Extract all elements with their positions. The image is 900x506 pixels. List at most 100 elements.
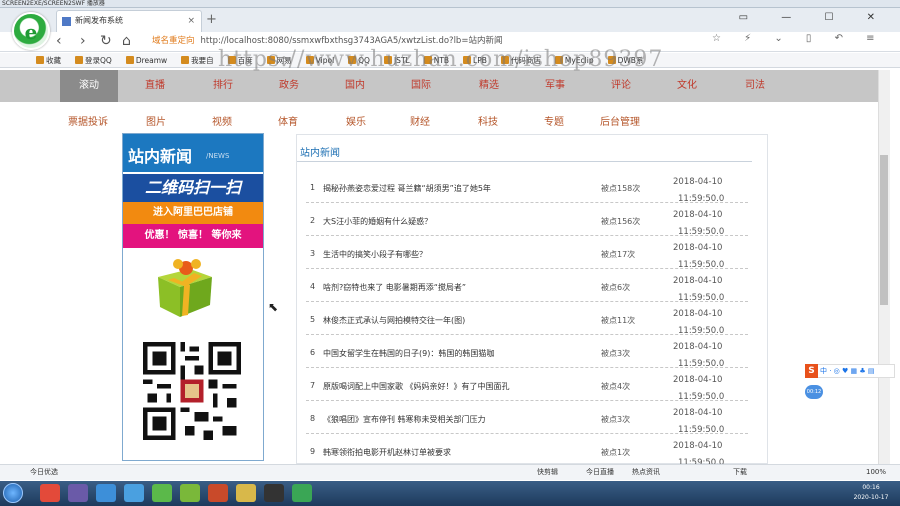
app-taskbar-icon[interactable] [152,484,172,502]
news-row[interactable]: 5 林俊杰正式承认与网拍模特交往一年(图) 被点11次 2018-04-10 11:59… [306,302,748,336]
news-title-link[interactable]: 《狼唱团》宣布停刊 韩寒称未受相关部门压力 [323,414,486,425]
news-title-link[interactable]: 大S汪小菲的婚姻有什么疑惑？ [323,216,432,227]
menu-item-4[interactable]: 国内 [326,70,384,102]
promo-scan-banner: 二维码扫一扫 [123,174,263,202]
submenu-item-7[interactable]: 专题 [544,113,564,128]
submenu-item-6[interactable]: 科技 [478,113,498,128]
tab-label: 新闻发布系统 [75,16,123,25]
status-today-pick[interactable]: 今日优选 [30,465,58,480]
news-row[interactable]: 2 大S汪小菲的婚姻有什么疑惑？ 被点156次 2018-04-10 11:59:50.… [306,203,748,237]
news-date: 2018-04-10 [673,441,723,451]
bookmark-label: 收藏 [46,56,61,65]
news-heading: 站内新闻 [300,148,340,159]
ime-logo-icon[interactable]: S [805,364,818,378]
start-button-icon[interactable] [3,483,23,503]
url-text: http://localhost:8080/ssmxwfbxthsg3743AG… [200,36,503,46]
app-taskbar-icon[interactable] [124,484,144,502]
bookmark-item[interactable]: Dreamw [125,53,168,67]
scrollbar-thumb[interactable] [880,155,888,305]
player-title-bar: SCREEN2EXE/SCREEN2SWF 播放器 [0,0,900,8]
news-title-link[interactable]: 韩寒领衔拍电影开机赵林订单被要求 [323,447,451,458]
bookmark-label: Dreamw [135,56,168,65]
window-controls[interactable]: ▭ — ☐ ✕ [739,12,890,23]
menu-item-9[interactable]: 文化 [658,70,716,102]
watermark: https://www.huzhan.com/ishop89397 [218,47,664,72]
news-title-link[interactable]: 揭秘孙燕姿恋爱过程 哥兰籍“胡须男”追了她5年 [323,183,491,194]
news-title-link[interactable]: 林俊杰正式承认与网拍模特交往一年(图) [323,315,465,326]
menu-item-0[interactable]: 滚动 [60,70,118,102]
status-zoom[interactable]: 100% [866,465,886,480]
news-number: 4 [310,282,316,291]
new-tab-button[interactable]: + [206,12,217,27]
redirect-label: 域名重定向 [152,36,195,46]
submenu-item-1[interactable]: 图片 [146,113,166,128]
news-row[interactable]: 9 韩寒领衔拍电影开机赵林订单被要求 被点1次 2018-04-10 11:59:50.… [306,434,748,468]
chrome-taskbar-icon[interactable] [40,484,60,502]
app-taskbar-icon[interactable] [208,484,228,502]
toolbar-right-icons[interactable]: ☆ ⚡ ⌄ ▯ ↶ ≡ [712,33,885,44]
close-tab-icon[interactable]: × [187,11,195,31]
news-row[interactable]: 1 揭秘孙燕姿恋爱过程 哥兰籍“胡须男”追了她5年 被点158次 2018-04-10… [306,170,748,204]
promo-shop-banner[interactable]: 进入阿里巴巴店铺 [123,202,263,224]
news-title-link[interactable]: 啥剂?窃特也来了 电影暑期再添“搅局者” [323,282,466,293]
browser-logo-icon[interactable]: e [12,12,50,50]
submenu-item-3[interactable]: 体育 [278,113,298,128]
status-download[interactable]: 下载 [733,465,747,480]
qr-code [140,342,244,440]
status-today-live[interactable]: 今日直播 [586,465,614,480]
submenu-item-0[interactable]: 票据投诉 [68,113,108,128]
news-number: 9 [310,447,316,456]
tab-news-system[interactable]: 新闻发布系统 × [56,10,202,32]
news-row[interactable]: 3 生活中的搞笑小段子有哪些？ 被点17次 2018-04-10 11:59:50.0 [306,236,748,270]
submenu-item-4[interactable]: 娱乐 [346,113,366,128]
menu-item-3[interactable]: 政务 [260,70,318,102]
app-taskbar-icon[interactable] [292,484,312,502]
bookmark-icon [36,56,44,64]
news-title-link[interactable]: 原版喝词配上中国家歌 《妈妈亲好！》有了中国面孔 [323,381,510,392]
menu-item-1[interactable]: 直播 [126,70,184,102]
bookmark-label: 登录QQ [85,56,112,65]
menu-item-8[interactable]: 评论 [592,70,650,102]
news-title-link[interactable]: 中国女留学生在韩国的日子(9)：韩国的韩国猫咖 [323,348,494,359]
menu-item-10[interactable]: 司法 [726,70,784,102]
bookmark-item[interactable]: 登录QQ [75,53,112,67]
bookmark-item[interactable]: 收藏 [36,53,61,67]
folder-taskbar-icon[interactable] [236,484,256,502]
clock-time: 00:16 [862,484,880,491]
qq-taskbar-icon[interactable] [264,484,284,502]
news-number: 3 [310,249,316,258]
reload-icon[interactable]: ↻ [100,33,112,49]
back-icon[interactable]: ‹ [56,33,62,49]
submenu-item-8[interactable]: 后台管理 [600,113,640,128]
news-clicks: 被点4次 [601,382,631,391]
news-clicks: 被点6次 [601,283,631,292]
news-row[interactable]: 6 中国女留学生在韩国的日子(9)：韩国的韩国猫咖 被点3次 2018-04-10 11… [306,335,748,369]
page-favicon-icon [62,17,71,26]
bookmark-icon [181,56,190,64]
promo-deals-banner: 优惠！ 惊喜！ 等你来 [123,224,263,248]
submenu-item-5[interactable]: 财经 [410,113,430,128]
submenu-item-2[interactable]: 视频 [212,113,232,128]
forward-icon[interactable]: › [80,33,86,49]
menu-item-5[interactable]: 国际 [392,70,450,102]
app-taskbar-icon[interactable] [180,484,200,502]
news-date: 2018-04-10 [673,276,723,286]
menu-item-7[interactable]: 军事 [526,70,584,102]
app-taskbar-icon[interactable] [96,484,116,502]
news-row[interactable]: 7 原版喝词配上中国家歌 《妈妈亲好！》有了中国面孔 被点4次 2018-04-10 1… [306,368,748,402]
news-date: 2018-04-10 [673,177,723,187]
news-title-link[interactable]: 生活中的搞笑小段子有哪些？ [323,249,427,260]
news-row[interactable]: 4 啥剂?窃特也来了 电影暑期再添“搅局者” 被点6次 2018-04-10 11:59… [306,269,748,303]
home-icon[interactable]: ⌂ [122,33,131,49]
news-number: 7 [310,381,316,390]
menu-item-2[interactable]: 排行 [194,70,252,102]
bookmark-item[interactable]: 我要自 [181,53,214,67]
app-taskbar-icon[interactable] [68,484,88,502]
status-quick-clip[interactable]: 快剪辑 [537,465,558,480]
menu-item-6[interactable]: 精选 [460,70,518,102]
status-hot-news[interactable]: 热点资讯 [632,465,660,480]
clock-date: 2020-10-17 [853,494,889,501]
status-bar: 今日优选 快剪辑 今日直播 热点资讯 下载 100% [0,464,900,480]
ime-toolbar[interactable]: 中 · ◎ ♥ ▦ ♣ ▤ [805,364,895,378]
news-row[interactable]: 8 《狼唱团》宣布停刊 韩寒称未受相关部门压力 被点3次 2018-04-10 11:5… [306,401,748,435]
